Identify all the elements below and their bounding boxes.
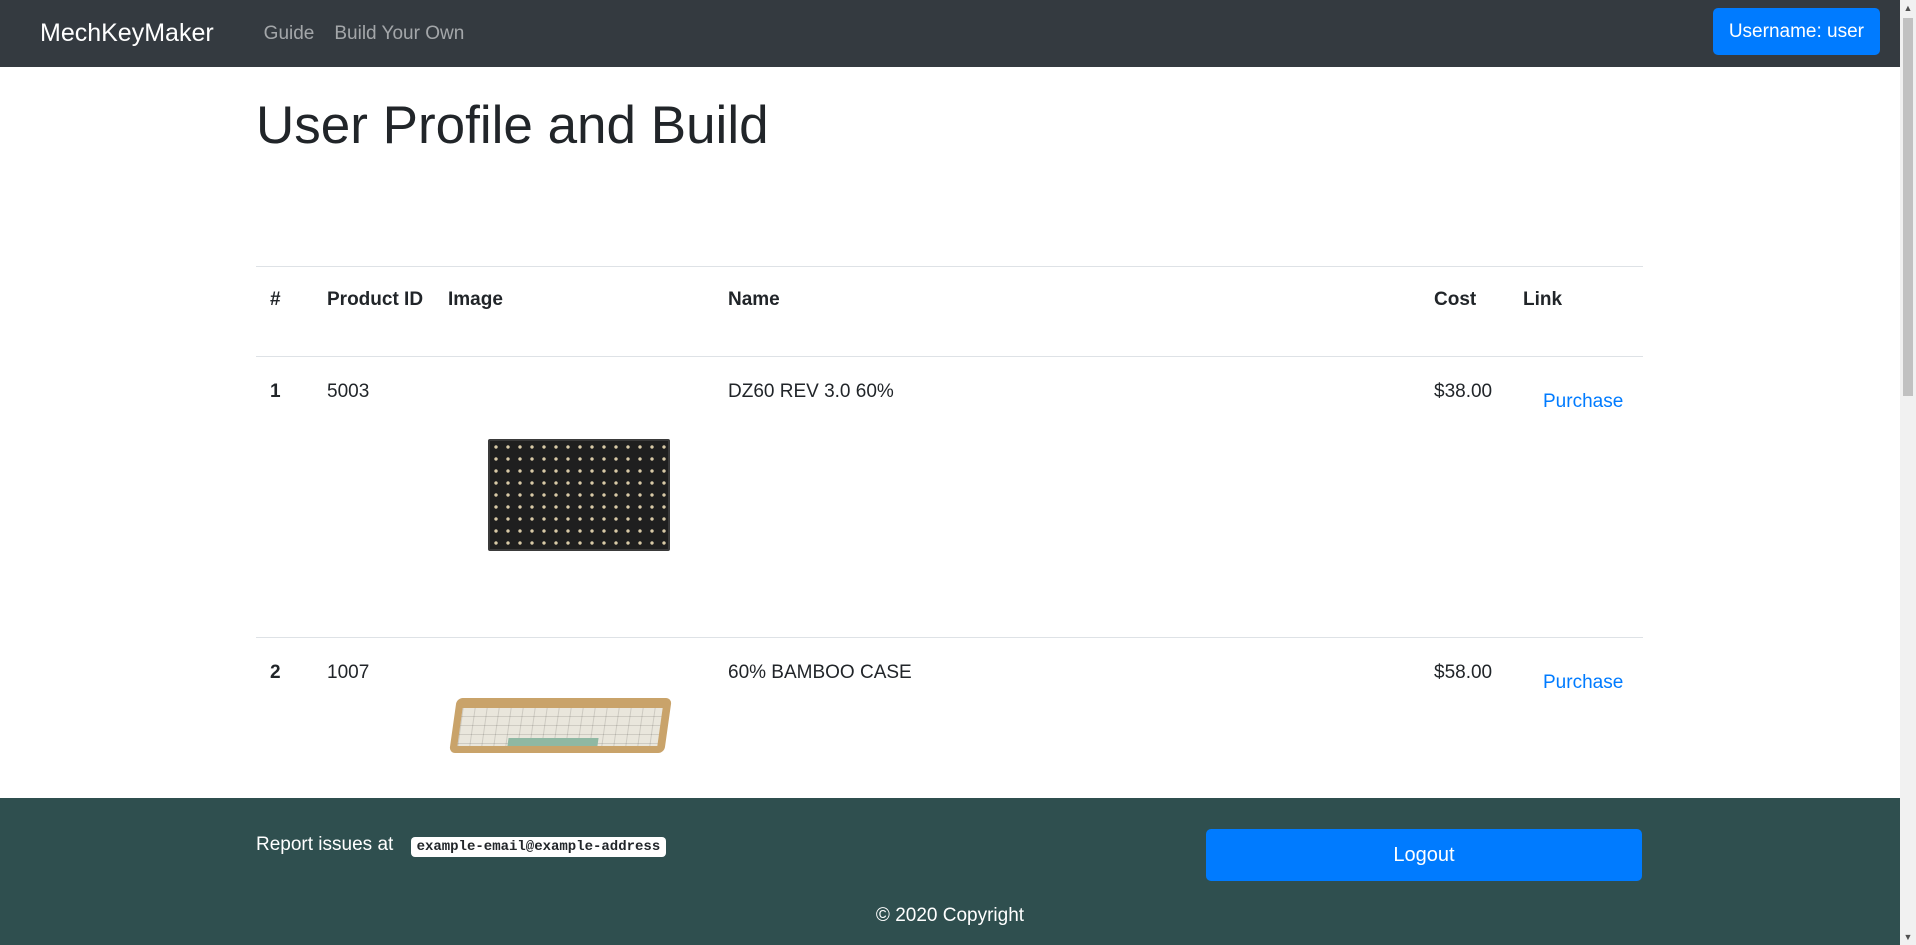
product-name: DZ60 REV 3.0 60% — [728, 356, 1434, 638]
table-header-row: # Product ID Image Name Cost Link — [256, 266, 1643, 357]
vertical-scrollbar[interactable]: ▲ ▼ — [1900, 0, 1916, 945]
table-row: 1 5003 DZ60 REV 3.0 60% $38.00 Purchase — [256, 356, 1643, 638]
product-id: 5003 — [327, 356, 448, 638]
logout-button[interactable]: Logout — [1206, 829, 1642, 881]
report-text: Report issues at — [256, 834, 394, 855]
nav-link-build-your-own[interactable]: Build Your Own — [334, 23, 464, 45]
nav-link-guide[interactable]: Guide — [264, 23, 315, 45]
header-product-id: Product ID — [327, 266, 448, 357]
header-name: Name — [728, 266, 1434, 357]
copyright: © 2020 Copyright — [875, 905, 1025, 926]
purchase-link[interactable]: Purchase — [1543, 387, 1623, 416]
pcb-product-image — [488, 439, 670, 551]
scroll-thumb[interactable] — [1903, 18, 1913, 396]
report-email: example-email@example-address — [410, 837, 667, 857]
top-navbar: MechKeyMaker Guide Build Your Own Userna… — [0, 0, 1900, 67]
product-cost: $38.00 — [1434, 356, 1523, 638]
product-image-cell — [448, 356, 728, 638]
header-index: # — [256, 266, 327, 357]
spacebar-accent — [507, 738, 599, 746]
header-cost: Cost — [1434, 266, 1523, 357]
footer: Report issues at example-email@example-a… — [0, 798, 1900, 945]
report-issues: Report issues at example-email@example-a… — [256, 834, 667, 857]
brand-logo[interactable]: MechKeyMaker — [40, 19, 214, 48]
row-index: 1 — [256, 356, 327, 638]
header-image: Image — [448, 266, 728, 357]
page-title: User Profile and Build — [256, 96, 769, 155]
username-button[interactable]: Username: user — [1712, 8, 1880, 55]
purchase-link[interactable]: Purchase — [1543, 668, 1623, 697]
scroll-up-icon[interactable]: ▲ — [1900, 0, 1916, 16]
header-link: Link — [1523, 266, 1643, 357]
scroll-down-icon[interactable]: ▼ — [1900, 929, 1916, 945]
